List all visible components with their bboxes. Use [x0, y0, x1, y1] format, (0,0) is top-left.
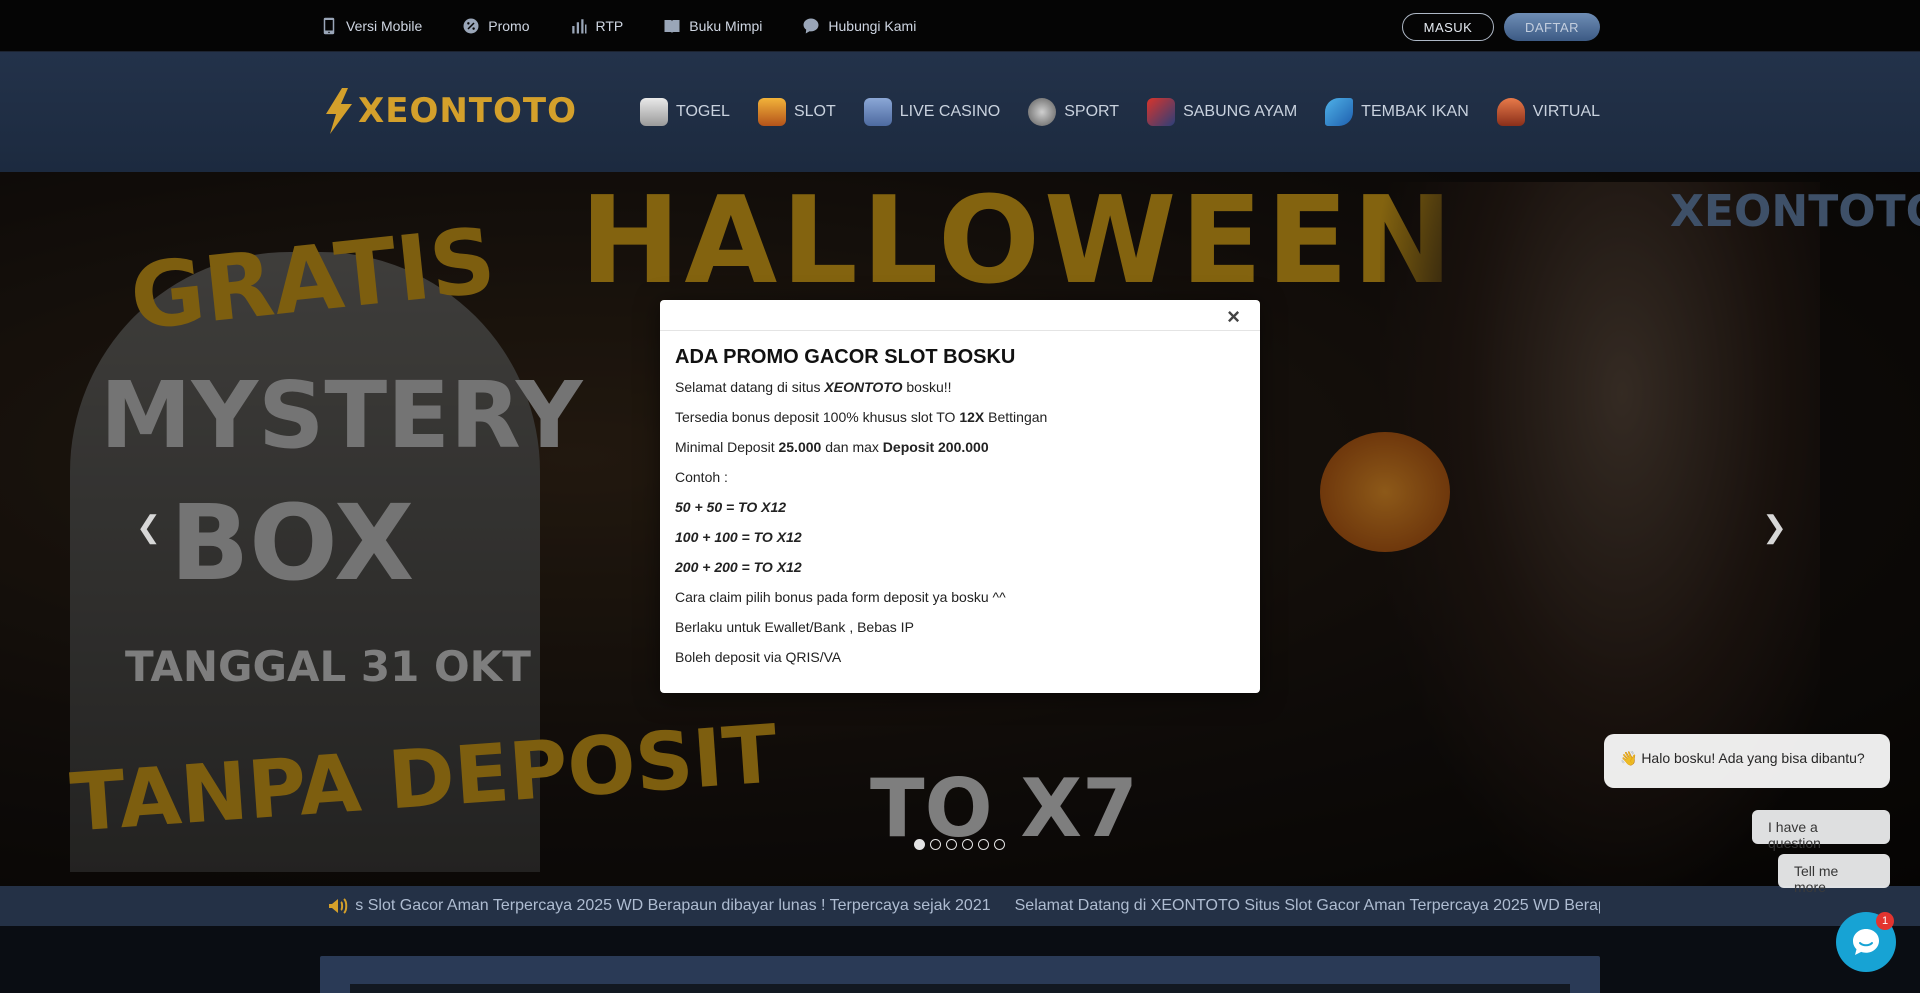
fish-icon: [1325, 98, 1354, 126]
text-segment: Selamat datang di situs: [675, 379, 825, 395]
announcement-marquee: Selamat Datang di XEONTOTO Situs Slot Ga…: [0, 886, 1920, 926]
mobile-icon: [323, 17, 335, 35]
top-link-mobile[interactable]: Versi Mobile: [320, 17, 422, 35]
chat-greeting: 👋 Halo bosku! Ada yang bisa dibantu?: [1604, 734, 1890, 788]
site-logo[interactable]: XEONTOTO: [322, 88, 577, 134]
modal-title: ADA PROMO GACOR SLOT BOSKU: [675, 346, 1016, 368]
main-nav: XEONTOTO TOGEL SLOT LIVE CASINO SPORT SA…: [0, 52, 1920, 172]
top-link-buku-mimpi[interactable]: Buku Mimpi: [663, 17, 762, 35]
text-bold: 100 + 100 = TO X12: [675, 529, 802, 545]
modal-applies: Berlaku untuk Ewallet/Bank , Bebas IP: [675, 619, 914, 635]
text-bold: 12X: [959, 409, 985, 425]
nav-menu: TOGEL SLOT LIVE CASINO SPORT SABUNG AYAM…: [640, 52, 1600, 172]
nav-item-sport[interactable]: SPORT: [1028, 98, 1119, 126]
auth-buttons: MASUK DAFTAR: [1402, 13, 1600, 41]
chat-bubble-icon: [1853, 929, 1879, 955]
chat-option-question[interactable]: I have a question: [1752, 810, 1890, 851]
nav-item-slot[interactable]: SLOT: [757, 98, 836, 126]
top-link-promo[interactable]: Promo: [462, 17, 530, 35]
nav-item-label: SLOT: [793, 103, 836, 120]
nav-item-tembak-ikan[interactable]: TEMBAK IKAN: [1325, 98, 1469, 126]
slot-machine-icon: [757, 98, 786, 126]
logo-text: XEONTOTO: [358, 91, 577, 131]
top-link-contact[interactable]: Hubungi Kami: [802, 17, 916, 35]
text-bold: 25.000: [778, 439, 822, 455]
nav-item-label: VIRTUAL: [1532, 103, 1601, 120]
marquee-text: Selamat Datang di XEONTOTO Situs Slot Ga…: [356, 897, 1600, 915]
marquee-text-copy: Selamat Datang di XEONTOTO Situs Slot Ga…: [356, 897, 991, 914]
register-button[interactable]: DAFTAR: [1504, 13, 1600, 41]
rooster-icon: [1147, 98, 1176, 126]
content-panel: [320, 956, 1600, 993]
nav-item-sabung-ayam[interactable]: SABUNG AYAM: [1147, 98, 1297, 126]
top-link-label: Buku Mimpi: [689, 18, 763, 34]
lightning-icon: [326, 88, 352, 134]
modal-example: 50 + 50 = TO X12: [675, 498, 1245, 528]
carousel-dot[interactable]: [994, 839, 1005, 850]
nav-item-label: TOGEL: [676, 103, 730, 120]
close-icon[interactable]: ×: [1227, 306, 1240, 328]
playing-cards-icon: [863, 98, 892, 126]
megaphone-icon: [329, 898, 348, 914]
top-links: Versi Mobile Promo RTP Buku Mimpi Hubung…: [320, 0, 916, 52]
nav-item-label: SABUNG AYAM: [1183, 103, 1298, 120]
content-section: [0, 926, 1920, 993]
notification-badge: 1: [1876, 912, 1894, 930]
chat-icon: [803, 18, 819, 34]
login-button[interactable]: MASUK: [1402, 13, 1494, 41]
text-bold: Deposit 200.000: [882, 439, 989, 455]
nav-item-virtual[interactable]: VIRTUAL: [1496, 98, 1601, 126]
nav-item-label: TEMBAK IKAN: [1361, 103, 1469, 120]
carousel-indicators: [914, 839, 1005, 850]
text-segment: bosku!!: [902, 379, 952, 395]
text-segment: Minimal Deposit: [675, 439, 779, 455]
carousel-prev-icon[interactable]: ❮: [136, 510, 161, 545]
top-link-label: Promo: [488, 18, 530, 34]
modal-claim: Cara claim pilih bonus pada form deposit…: [675, 589, 1006, 605]
modal-header: ×: [660, 300, 1260, 331]
book-icon: [664, 20, 680, 33]
carousel-dot[interactable]: [962, 839, 973, 850]
nav-item-label: LIVE CASINO: [899, 103, 1001, 120]
chart-bars-icon: [571, 19, 586, 34]
promo-modal: × ADA PROMO GACOR SLOT BOSKU Selamat dat…: [660, 300, 1260, 693]
modal-bonus: Tersedia bonus deposit 100% khusus slot …: [675, 408, 1245, 438]
soccer-ball-icon: [1028, 98, 1057, 126]
top-link-label: Hubungi Kami: [828, 18, 917, 34]
modal-methods: Boleh deposit via QRIS/VA: [675, 649, 842, 665]
carousel-dot[interactable]: [914, 839, 925, 850]
top-link-rtp[interactable]: RTP: [570, 17, 624, 35]
text-bold: 200 + 200 = TO X12: [675, 559, 802, 575]
text-segment: Bettingan: [984, 409, 1048, 425]
modal-deposit-limits: Minimal Deposit 25.000 dan max Deposit 2…: [675, 438, 1245, 468]
carousel-next-icon[interactable]: ❯: [1762, 510, 1787, 545]
top-bar: Versi Mobile Promo RTP Buku Mimpi Hubung…: [0, 0, 1920, 52]
text-segment: dan max: [821, 439, 883, 455]
text-brand: XEONTOTO: [824, 379, 903, 395]
carousel-dot[interactable]: [930, 839, 941, 850]
text-segment: Tersedia bonus deposit 100% khusus slot …: [675, 409, 960, 425]
promo-icon: [463, 18, 479, 34]
modal-example: 100 + 100 = TO X12: [675, 528, 1245, 558]
text-bold: 50 + 50 = TO X12: [675, 499, 787, 515]
modal-example: 200 + 200 = TO X12: [675, 558, 1245, 588]
carousel-dot[interactable]: [946, 839, 957, 850]
lottery-ticket-icon: [640, 98, 668, 126]
nav-item-label: SPORT: [1064, 103, 1120, 120]
marquee-text-copy: Selamat Datang di XEONTOTO Situs Slot Ga…: [1014, 897, 1600, 914]
nav-item-togel[interactable]: TOGEL: [640, 98, 730, 126]
modal-example-label: Contoh :: [675, 469, 728, 485]
modal-intro: Selamat datang di situs XEONTOTO bosku!!: [675, 378, 1245, 408]
nav-item-live-casino[interactable]: LIVE CASINO: [863, 98, 1001, 126]
chat-option-tell-more[interactable]: Tell me more: [1778, 854, 1890, 895]
carousel-dot[interactable]: [978, 839, 989, 850]
content-panel-inner: [350, 984, 1570, 993]
top-link-label: RTP: [595, 18, 624, 34]
modal-body: ADA PROMO GACOR SLOT BOSKU Selamat datan…: [660, 331, 1260, 678]
joystick-icon: [1496, 98, 1525, 126]
marquee-track: Selamat Datang di XEONTOTO Situs Slot Ga…: [356, 886, 1600, 926]
top-link-label: Versi Mobile: [346, 18, 423, 34]
